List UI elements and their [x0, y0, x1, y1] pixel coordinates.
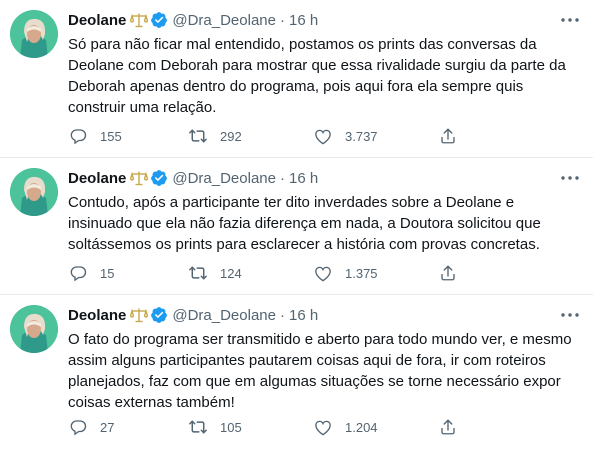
- tweet-text: Só para não ficar mal entendido, postamo…: [68, 36, 566, 116]
- retweet-button[interactable]: 124: [188, 263, 313, 283]
- separator-dot: ·: [279, 306, 285, 324]
- like-icon: [313, 417, 333, 437]
- retweet-icon: [188, 126, 208, 146]
- tweet[interactable]: Deolane @Dra_Deolane · 16 h O fato do pr…: [0, 295, 593, 456]
- share-button[interactable]: [438, 417, 468, 437]
- verified-badge-icon: [150, 306, 168, 324]
- tweet[interactable]: Deolane @Dra_Deolane · 16 h Só para não …: [0, 0, 593, 158]
- author-handle[interactable]: @Dra_Deolane: [172, 307, 276, 324]
- more-icon[interactable]: [559, 12, 581, 28]
- scales-of-justice-icon: [130, 307, 149, 323]
- author-name[interactable]: Deolane: [68, 307, 126, 324]
- retweet-count: 105: [220, 419, 242, 435]
- reply-icon: [68, 263, 88, 283]
- tweet-actions: 155 292 3.737: [68, 126, 533, 146]
- tweet-header: Deolane @Dra_Deolane · 16 h: [68, 168, 581, 188]
- verified-badge-icon: [150, 11, 168, 29]
- tweet-header: Deolane @Dra_Deolane · 16 h: [68, 10, 581, 30]
- like-button[interactable]: 1.375: [313, 263, 438, 283]
- tweet-actions: 15 124 1.375: [68, 263, 533, 283]
- timestamp[interactable]: 16 h: [289, 307, 318, 324]
- timestamp[interactable]: 16 h: [289, 12, 318, 29]
- separator-dot: ·: [279, 11, 285, 29]
- reply-count: 155: [100, 128, 122, 144]
- like-button[interactable]: 1.204: [313, 417, 438, 437]
- author-handle[interactable]: @Dra_Deolane: [172, 12, 276, 29]
- reply-button[interactable]: 27: [68, 417, 188, 437]
- avatar[interactable]: [10, 168, 58, 216]
- verified-badge-icon: [150, 169, 168, 187]
- share-icon: [438, 263, 458, 283]
- retweet-count: 124: [220, 265, 242, 281]
- reply-button[interactable]: 15: [68, 263, 188, 283]
- reply-button[interactable]: 155: [68, 126, 188, 146]
- scales-of-justice-icon: [130, 12, 149, 28]
- retweet-button[interactable]: 105: [188, 417, 313, 437]
- retweet-icon: [188, 263, 208, 283]
- reply-icon: [68, 417, 88, 437]
- author-name[interactable]: Deolane: [68, 12, 126, 29]
- share-button[interactable]: [438, 263, 468, 283]
- share-button[interactable]: [438, 126, 468, 146]
- tweet-header: Deolane @Dra_Deolane · 16 h: [68, 305, 581, 325]
- like-count: 3.737: [345, 128, 378, 144]
- like-count: 1.375: [345, 265, 378, 281]
- separator-dot: ·: [279, 169, 285, 187]
- tweet-actions: 27 105 1.204: [68, 417, 533, 437]
- share-icon: [438, 417, 458, 437]
- reply-icon: [68, 126, 88, 146]
- like-icon: [313, 263, 333, 283]
- author-name[interactable]: Deolane: [68, 170, 126, 187]
- tweet-text: Contudo, após a participante ter dito in…: [68, 194, 541, 253]
- avatar[interactable]: [10, 305, 58, 353]
- retweet-button[interactable]: 292: [188, 126, 313, 146]
- more-icon[interactable]: [559, 307, 581, 323]
- retweet-icon: [188, 417, 208, 437]
- scales-of-justice-icon: [130, 170, 149, 186]
- like-button[interactable]: 3.737: [313, 126, 438, 146]
- timestamp[interactable]: 16 h: [289, 170, 318, 187]
- avatar[interactable]: [10, 10, 58, 58]
- like-icon: [313, 126, 333, 146]
- reply-count: 15: [100, 265, 115, 281]
- more-icon[interactable]: [559, 170, 581, 186]
- reply-count: 27: [100, 419, 115, 435]
- share-icon: [438, 126, 458, 146]
- author-handle[interactable]: @Dra_Deolane: [172, 170, 276, 187]
- retweet-count: 292: [220, 128, 242, 144]
- tweet-feed: Deolane @Dra_Deolane · 16 h Só para não …: [0, 0, 593, 456]
- tweet[interactable]: Deolane @Dra_Deolane · 16 h Contudo, apó…: [0, 158, 593, 295]
- like-count: 1.204: [345, 419, 378, 435]
- tweet-text: O fato do programa ser transmitido e abe…: [68, 331, 572, 411]
